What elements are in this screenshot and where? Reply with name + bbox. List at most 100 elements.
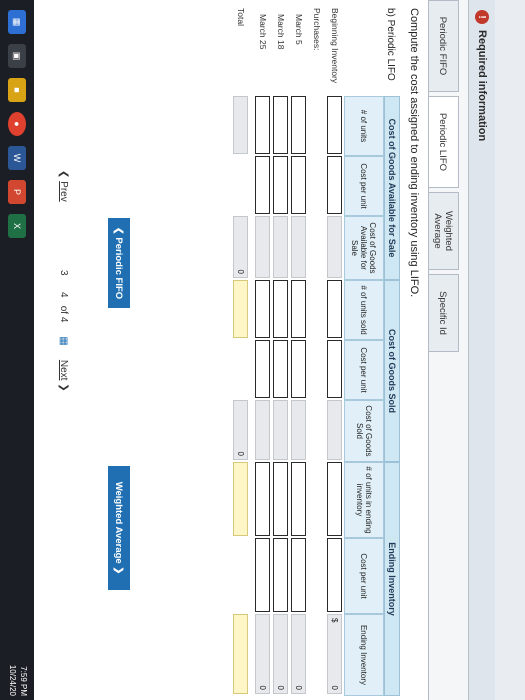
input-m25-sold-cost-per-unit[interactable] xyxy=(255,340,270,398)
input-m5-end-units[interactable] xyxy=(291,462,306,536)
group-sold: Cost of Goods Sold xyxy=(384,280,400,462)
tab-periodic-fifo[interactable]: Periodic FIFO xyxy=(428,0,459,92)
row-label-total: Total xyxy=(236,8,246,26)
tab-specific-id[interactable]: Specific Id xyxy=(428,274,459,352)
word-icon[interactable]: W xyxy=(8,146,26,170)
page-of-total: of 4 xyxy=(58,305,70,323)
calc-total-units xyxy=(233,96,248,154)
prev-page-label: Prev xyxy=(58,181,70,202)
page-current[interactable]: 3 xyxy=(59,262,70,284)
calc-m25-sold-cost xyxy=(255,400,270,460)
grid-icon[interactable]: ▦ xyxy=(59,336,70,345)
next-tab-label: Weighted Average xyxy=(113,481,125,564)
calc-m18-avail-cost xyxy=(273,216,288,278)
col-end-inventory: Ending Inventory xyxy=(344,614,384,696)
calc-total-sold-units xyxy=(233,280,248,338)
calc-m18-sold-cost xyxy=(273,400,288,460)
input-beg-cost-per-unit[interactable] xyxy=(327,156,342,214)
col-avail-units: # of units xyxy=(344,96,384,156)
col-avail-cost: Cost of Goods Available for Sale xyxy=(344,216,384,280)
excel-icon[interactable]: X xyxy=(8,214,26,238)
input-beg-end-units[interactable] xyxy=(327,462,342,536)
prev-tab-button[interactable]: ❮ Periodic FIFO xyxy=(108,218,130,308)
next-tab-button[interactable]: Weighted Average ❯ xyxy=(108,466,130,590)
value-total-avail: 0 xyxy=(236,269,245,274)
input-m5-units[interactable] xyxy=(291,96,306,154)
next-page-button[interactable]: Next ❯ xyxy=(59,360,70,392)
row-label-purchases: Purchases: xyxy=(312,8,322,51)
section-label: b) Periodic LIFO xyxy=(385,8,396,81)
prev-tab-label: Periodic FIFO xyxy=(113,237,125,300)
row-label-march-25: March 25 xyxy=(258,14,268,50)
input-beg-sold-units[interactable] xyxy=(327,280,342,338)
clock-date: 10/24/20 xyxy=(8,664,17,696)
value-m18-ending: 0 xyxy=(276,685,285,690)
input-m18-units[interactable] xyxy=(273,96,288,154)
input-m5-cost-per-unit[interactable] xyxy=(291,156,306,214)
row-label-beginning: Beginning Inventory xyxy=(330,8,340,84)
col-sold-cost: Cost of Goods Sold xyxy=(344,400,384,462)
input-m25-end-units[interactable] xyxy=(255,462,270,536)
powerpoint-icon[interactable]: P xyxy=(8,180,26,204)
input-m18-cost-per-unit[interactable] xyxy=(273,156,288,214)
value-beg-ending: 0 xyxy=(330,685,339,690)
value-total-sold: 0 xyxy=(236,451,245,456)
question-prompt: Compute the cost assigned to ending inve… xyxy=(408,8,420,298)
input-m25-sold-units[interactable] xyxy=(255,280,270,338)
input-m18-sold-units[interactable] xyxy=(273,280,288,338)
col-end-units: # of units in ending inventory xyxy=(344,462,384,538)
chrome-icon[interactable]: ● xyxy=(8,112,26,136)
windows-start-icon[interactable]: ▦ xyxy=(8,10,26,34)
col-end-cost-per-unit: Cost per unit xyxy=(344,538,384,614)
required-info-label: Required information xyxy=(476,30,488,142)
input-m5-end-cost-per-unit[interactable] xyxy=(291,538,306,612)
input-m25-cost-per-unit[interactable] xyxy=(255,156,270,214)
group-ending: Ending Inventory xyxy=(384,462,400,696)
tab-periodic-lifo[interactable]: Periodic LIFO xyxy=(428,96,459,188)
alert-icon: ! xyxy=(475,10,489,24)
method-tabs: Periodic FIFO Periodic LIFO Weighted Ave… xyxy=(428,0,459,356)
row-label-march-18: March 18 xyxy=(276,14,286,50)
prev-page-button[interactable]: ❮ Prev xyxy=(59,170,70,202)
task-view-icon[interactable]: ▣ xyxy=(8,44,26,68)
calc-m5-sold-cost xyxy=(291,400,306,460)
calc-total-end-units xyxy=(233,462,248,536)
input-m18-sold-cost-per-unit[interactable] xyxy=(273,340,288,398)
clock-time: 7:59 PM xyxy=(19,666,28,696)
dollar-sign: $ xyxy=(330,618,339,623)
group-available: Cost of Goods Available for Sale xyxy=(384,96,400,280)
input-beg-units[interactable] xyxy=(327,96,342,154)
col-sold-cost-per-unit: Cost per unit xyxy=(344,340,384,400)
taskbar: ▦ ▣ ■ ● W P X 7:59 PM 10/24/20 xyxy=(0,0,34,700)
browser-top-bar xyxy=(494,0,525,700)
value-m25-ending: 0 xyxy=(258,685,267,690)
chevron-right-icon: ❯ xyxy=(113,563,125,575)
input-beg-end-cost-per-unit[interactable] xyxy=(327,538,342,612)
input-m5-sold-cost-per-unit[interactable] xyxy=(291,340,306,398)
chevron-left-icon: ❮ xyxy=(113,226,125,238)
input-m5-sold-units[interactable] xyxy=(291,280,306,338)
calc-m25-avail-cost xyxy=(255,216,270,278)
pager: ❮ Prev 3 4 of 4 ▦ Next ❯ xyxy=(52,170,76,600)
col-sold-units: # of units sold xyxy=(344,280,384,340)
page-next[interactable]: 4 xyxy=(59,284,70,306)
next-page-label: Next xyxy=(58,359,70,381)
input-beg-sold-cost-per-unit[interactable] xyxy=(327,340,342,398)
file-explorer-icon[interactable]: ■ xyxy=(8,78,26,102)
question-panel: Compute the cost assigned to ending inve… xyxy=(0,0,429,700)
value-m5-ending: 0 xyxy=(294,685,303,690)
required-info-bar: ! Required information xyxy=(468,0,495,700)
taskbar-clock[interactable]: 7:59 PM 10/24/20 xyxy=(7,665,29,696)
input-m18-end-cost-per-unit[interactable] xyxy=(273,538,288,612)
calc-m5-avail-cost xyxy=(291,216,306,278)
calc-beg-sold-cost xyxy=(327,400,342,460)
row-label-march-5: March 5 xyxy=(294,14,304,45)
input-m25-units[interactable] xyxy=(255,96,270,154)
input-m18-end-units[interactable] xyxy=(273,462,288,536)
input-m25-end-cost-per-unit[interactable] xyxy=(255,538,270,612)
tab-weighted-average[interactable]: Weighted Average xyxy=(428,192,459,270)
calc-beg-avail-cost xyxy=(327,216,342,278)
col-avail-cost-per-unit: Cost per unit xyxy=(344,156,384,216)
rotated-screen: ! Required information Periodic FIFO Per… xyxy=(0,0,525,700)
calc-total-ending-inventory xyxy=(233,614,248,694)
